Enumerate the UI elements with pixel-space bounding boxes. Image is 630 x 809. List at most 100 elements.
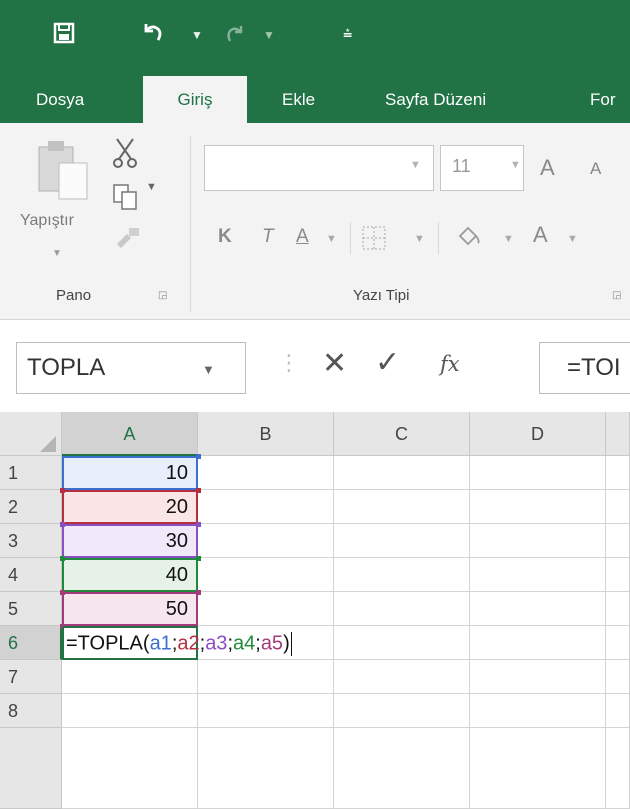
row-header-7[interactable]: 7 — [0, 660, 62, 694]
shrink-font-button[interactable]: A — [590, 159, 601, 179]
select-all-button[interactable] — [0, 412, 62, 456]
column-header-a[interactable]: A — [62, 412, 198, 456]
grid-cell[interactable] — [470, 490, 606, 524]
font-color-dropdown-icon[interactable]: ▼ — [567, 233, 578, 245]
save-icon[interactable] — [53, 22, 75, 44]
borders-icon[interactable] — [360, 224, 388, 252]
borders-dropdown-icon[interactable]: ▼ — [414, 233, 425, 245]
grid-cell[interactable] — [334, 490, 470, 524]
format-painter-icon[interactable] — [113, 226, 141, 248]
grid-cell[interactable] — [334, 626, 470, 660]
enter-icon[interactable]: ✓ — [375, 345, 400, 380]
font-name-dropdown-icon[interactable]: ▼ — [410, 159, 421, 171]
redo-icon[interactable] — [225, 22, 247, 44]
paste-dropdown-icon[interactable]: ▼ — [52, 248, 62, 259]
row-header-3[interactable]: 3 — [0, 524, 62, 558]
range-handle[interactable] — [196, 590, 201, 595]
grid-cell[interactable] — [198, 490, 334, 524]
italic-button[interactable]: T — [262, 226, 274, 248]
tab-dosya[interactable]: Dosya — [36, 76, 84, 123]
grid-cell[interactable] — [198, 558, 334, 592]
cell-a6-formula[interactable]: =TOPLA(a1;a2;a3;a4;a5) — [66, 632, 292, 656]
fill-color-dropdown-icon[interactable]: ▼ — [503, 233, 514, 245]
row-header-8[interactable]: 8 — [0, 694, 62, 728]
grid-cell[interactable] — [606, 592, 630, 626]
row-header-9[interactable] — [0, 728, 62, 809]
grid-cell[interactable] — [198, 524, 334, 558]
grid-cell[interactable] — [198, 694, 334, 728]
underline-dropdown-icon[interactable]: ▼ — [326, 233, 337, 245]
grid-cell[interactable] — [606, 728, 630, 809]
grid-cell[interactable] — [334, 728, 470, 809]
undo-icon[interactable] — [140, 20, 164, 44]
grid-cell[interactable] — [334, 694, 470, 728]
underline-button[interactable]: A — [296, 226, 309, 248]
grid-cell[interactable] — [606, 490, 630, 524]
grid-cell[interactable] — [470, 592, 606, 626]
range-handle[interactable] — [60, 522, 65, 527]
grid-cell[interactable] — [606, 456, 630, 490]
fill-color-icon[interactable] — [454, 222, 484, 252]
grid-cell[interactable] — [334, 524, 470, 558]
grid-cell[interactable] — [470, 558, 606, 592]
cut-icon[interactable] — [111, 137, 139, 169]
grid-cell[interactable] — [606, 694, 630, 728]
grid-cell[interactable] — [62, 728, 198, 809]
row-header-1[interactable]: 1 — [0, 456, 62, 490]
grid-cell[interactable] — [470, 626, 606, 660]
font-color-button[interactable]: A — [533, 222, 548, 248]
grid-cell[interactable] — [334, 592, 470, 626]
tab-sayfa-duzeni[interactable]: Sayfa Düzeni — [385, 76, 486, 123]
row-header-2[interactable]: 2 — [0, 490, 62, 524]
column-header-c[interactable]: C — [334, 412, 470, 456]
grid-cell[interactable] — [470, 524, 606, 558]
grid-cell[interactable] — [606, 524, 630, 558]
redo-dropdown-icon[interactable]: ▼ — [263, 28, 275, 42]
grid-cell[interactable] — [198, 456, 334, 490]
grid-cell[interactable] — [470, 728, 606, 809]
bold-button[interactable]: K — [218, 226, 232, 248]
range-handle[interactable] — [196, 488, 201, 493]
font-name-input[interactable] — [204, 145, 434, 191]
copy-icon[interactable] — [112, 183, 138, 211]
undo-dropdown-icon[interactable]: ▼ — [191, 28, 203, 42]
clipboard-launcher-icon[interactable]: ◲ — [158, 290, 167, 301]
grid-cell[interactable] — [198, 660, 334, 694]
grid-cell[interactable] — [198, 592, 334, 626]
tab-ekle[interactable]: Ekle — [282, 76, 315, 123]
font-size-dropdown-icon[interactable]: ▼ — [510, 159, 521, 171]
column-header-d[interactable]: D — [470, 412, 606, 456]
column-header-b[interactable]: B — [198, 412, 334, 456]
grid-cell[interactable] — [606, 660, 630, 694]
grid-cell[interactable] — [334, 456, 470, 490]
grow-font-button[interactable]: A — [540, 155, 555, 181]
range-handle[interactable] — [60, 556, 65, 561]
grid-cell[interactable] — [198, 728, 334, 809]
grid-cell[interactable] — [606, 558, 630, 592]
name-box-dropdown-icon[interactable]: ▼ — [202, 362, 215, 377]
column-header-e[interactable] — [606, 412, 630, 456]
range-handle[interactable] — [60, 590, 65, 595]
customize-icon[interactable]: ⩮ — [343, 26, 352, 44]
cancel-icon[interactable]: ✕ — [322, 346, 347, 381]
grid-cell[interactable] — [470, 694, 606, 728]
paste-label[interactable]: Yapıştır — [20, 212, 74, 230]
grid-cell[interactable] — [334, 558, 470, 592]
row-header-5[interactable]: 5 — [0, 592, 62, 626]
row-header-6[interactable]: 6 — [0, 626, 62, 660]
tab-giris[interactable]: Giriş — [143, 76, 247, 123]
range-handle[interactable] — [196, 556, 201, 561]
font-launcher-icon[interactable]: ◲ — [612, 290, 621, 301]
tab-formuller[interactable]: For — [590, 76, 616, 123]
grid-cell[interactable] — [62, 660, 198, 694]
range-handle[interactable] — [196, 454, 201, 459]
formula-bar-grip-icon[interactable]: ⋮ — [278, 350, 300, 376]
grid-cell[interactable] — [606, 626, 630, 660]
range-handle[interactable] — [60, 488, 65, 493]
insert-function-icon[interactable]: fx — [440, 352, 460, 376]
copy-dropdown-icon[interactable]: ▼ — [146, 181, 157, 193]
grid-cell[interactable] — [62, 694, 198, 728]
range-handle[interactable] — [196, 522, 201, 527]
paste-icon[interactable] — [35, 137, 93, 207]
grid-cell[interactable] — [334, 660, 470, 694]
